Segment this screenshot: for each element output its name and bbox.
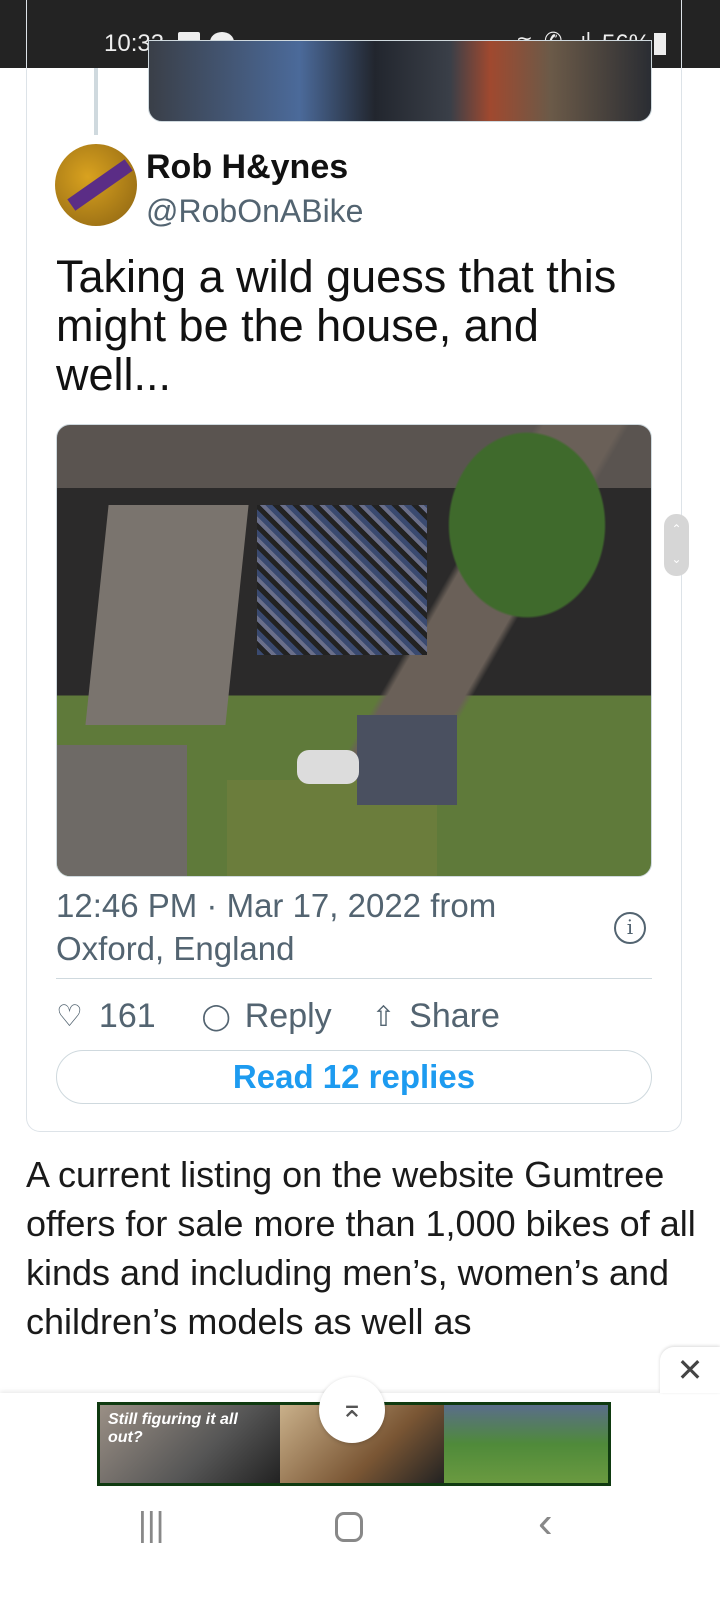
share-icon: ⇧ [371, 1000, 396, 1032]
like-count: 161 [98, 996, 156, 1035]
scroll-handle[interactable]: ⌃ ⌄ [664, 514, 689, 576]
like-button[interactable]: ♡ 161 [56, 997, 156, 1036]
author-name[interactable]: Rob H&ynes [146, 148, 348, 187]
tweet-timestamp[interactable]: 12:46 PM · Mar 17, 2022 from Oxford, Eng… [56, 884, 596, 970]
heart-icon: ♡ [56, 999, 83, 1033]
reply-label: Reply [244, 996, 332, 1035]
divider [56, 978, 652, 979]
back-button[interactable]: ‹ [538, 1498, 553, 1548]
article-paragraph: A current listing on the website Gumtree… [26, 1154, 696, 1342]
thread-line [94, 68, 98, 135]
tweet-text: Taking a wild guess that this might be t… [56, 251, 617, 400]
expand-ad-button[interactable]: ⌅ [319, 1377, 385, 1443]
reply-button[interactable]: ◯ Reply [202, 997, 332, 1036]
tweet-photo-aerial[interactable] [56, 424, 652, 877]
share-label: Share [409, 996, 500, 1035]
avatar[interactable] [55, 144, 137, 226]
ad-text: Still figuring it all out? [100, 1405, 280, 1483]
author-handle[interactable]: @RobOnABike [146, 193, 363, 230]
previous-tweet-image[interactable] [148, 40, 652, 122]
home-button[interactable] [335, 1512, 363, 1542]
recents-button[interactable]: ||| [138, 1506, 165, 1545]
tweet-actions: ♡ 161 ◯ Reply ⇧ Share [56, 994, 500, 1038]
chevron-up-icon: ⌅ [340, 1392, 364, 1423]
info-icon[interactable]: i [614, 912, 646, 944]
comment-icon: ◯ [201, 1000, 231, 1031]
read-replies-button[interactable]: Read 12 replies [56, 1050, 652, 1104]
share-button[interactable]: ⇧ Share [372, 997, 500, 1036]
close-ad-button[interactable]: ✕ [660, 1347, 720, 1393]
close-icon: ✕ [676, 1352, 704, 1388]
